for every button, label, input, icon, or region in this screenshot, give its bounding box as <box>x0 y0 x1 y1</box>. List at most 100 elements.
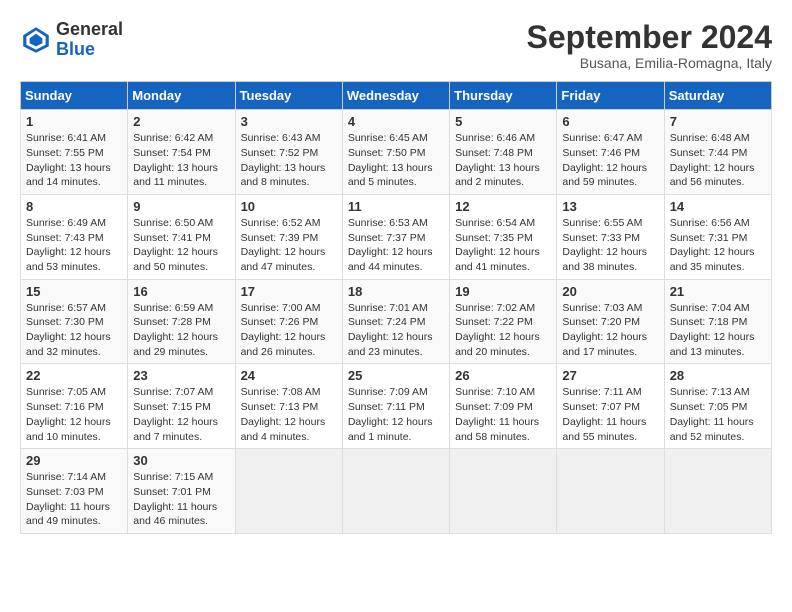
day-info: Sunrise: 6:52 AM Sunset: 7:39 PM Dayligh… <box>241 216 337 275</box>
calendar-cell: 11 Sunrise: 6:53 AM Sunset: 7:37 PM Dayli… <box>342 194 449 279</box>
calendar-cell <box>235 449 342 534</box>
day-number: 1 <box>26 114 122 129</box>
calendar-cell: 22 Sunrise: 7:05 AM Sunset: 7:16 PM Dayli… <box>21 364 128 449</box>
calendar-cell <box>450 449 557 534</box>
calendar-cell <box>342 449 449 534</box>
calendar-cell: 27 Sunrise: 7:11 AM Sunset: 7:07 PM Dayli… <box>557 364 664 449</box>
day-number: 4 <box>348 114 444 129</box>
calendar-week-2: 8Sunrise: 6:49 AM Sunset: 7:43 PM Daylig… <box>21 194 772 279</box>
day-info: Sunrise: 7:08 AM Sunset: 7:13 PM Dayligh… <box>241 385 337 444</box>
calendar-cell: 2Sunrise: 6:42 AM Sunset: 7:54 PM Daylig… <box>128 110 235 195</box>
logo-blue: Blue <box>56 39 95 59</box>
day-number: 18 <box>348 284 444 299</box>
day-number: 22 <box>26 368 122 383</box>
calendar-cell: 18 Sunrise: 7:01 AM Sunset: 7:24 PM Dayli… <box>342 279 449 364</box>
logo-text: General Blue <box>56 20 123 60</box>
day-info: Sunrise: 7:02 AM Sunset: 7:22 PM Dayligh… <box>455 301 551 360</box>
calendar-table: Sunday Monday Tuesday Wednesday Thursday… <box>20 81 772 534</box>
day-number: 21 <box>670 284 766 299</box>
logo: General Blue <box>20 20 123 60</box>
day-number: 3 <box>241 114 337 129</box>
day-info: Sunrise: 6:59 AM Sunset: 7:28 PM Dayligh… <box>133 301 229 360</box>
calendar-cell: 1 Sunrise: 6:41 AM Sunset: 7:55 PM Daylig… <box>21 110 128 195</box>
calendar-cell: 7 Sunrise: 6:48 AM Sunset: 7:44 PM Daylig… <box>664 110 771 195</box>
day-number: 30 <box>133 453 229 468</box>
col-wednesday: Wednesday <box>342 82 449 110</box>
logo-icon <box>20 24 52 56</box>
day-info: Sunrise: 7:11 AM Sunset: 7:07 PM Dayligh… <box>562 385 658 444</box>
day-info: Sunrise: 7:04 AM Sunset: 7:18 PM Dayligh… <box>670 301 766 360</box>
day-info: Sunrise: 6:50 AM Sunset: 7:41 PM Dayligh… <box>133 216 229 275</box>
day-info: Sunrise: 6:43 AM Sunset: 7:52 PM Dayligh… <box>241 131 337 190</box>
day-info: Sunrise: 7:01 AM Sunset: 7:24 PM Dayligh… <box>348 301 444 360</box>
calendar-cell: 20Sunrise: 7:03 AM Sunset: 7:20 PM Dayli… <box>557 279 664 364</box>
calendar-week-5: 29 Sunrise: 7:14 AM Sunset: 7:03 PM Dayli… <box>21 449 772 534</box>
calendar-cell: 17Sunrise: 7:00 AM Sunset: 7:26 PM Dayli… <box>235 279 342 364</box>
day-info: Sunrise: 7:15 AM Sunset: 7:01 PM Dayligh… <box>133 470 229 529</box>
col-friday: Friday <box>557 82 664 110</box>
day-number: 29 <box>26 453 122 468</box>
col-monday: Monday <box>128 82 235 110</box>
calendar-cell: 16Sunrise: 6:59 AM Sunset: 7:28 PM Dayli… <box>128 279 235 364</box>
calendar-cell <box>664 449 771 534</box>
calendar-cell: 3 Sunrise: 6:43 AM Sunset: 7:52 PM Daylig… <box>235 110 342 195</box>
calendar-cell: 21 Sunrise: 7:04 AM Sunset: 7:18 PM Dayli… <box>664 279 771 364</box>
calendar-cell: 14Sunrise: 6:56 AM Sunset: 7:31 PM Dayli… <box>664 194 771 279</box>
day-number: 27 <box>562 368 658 383</box>
day-info: Sunrise: 6:54 AM Sunset: 7:35 PM Dayligh… <box>455 216 551 275</box>
day-number: 19 <box>455 284 551 299</box>
day-info: Sunrise: 6:53 AM Sunset: 7:37 PM Dayligh… <box>348 216 444 275</box>
day-number: 13 <box>562 199 658 214</box>
day-number: 5 <box>455 114 551 129</box>
day-number: 24 <box>241 368 337 383</box>
location-subtitle: Busana, Emilia-Romagna, Italy <box>527 55 772 71</box>
col-thursday: Thursday <box>450 82 557 110</box>
day-number: 6 <box>562 114 658 129</box>
day-info: Sunrise: 7:00 AM Sunset: 7:26 PM Dayligh… <box>241 301 337 360</box>
calendar-cell: 5 Sunrise: 6:46 AM Sunset: 7:48 PM Daylig… <box>450 110 557 195</box>
day-info: Sunrise: 6:46 AM Sunset: 7:48 PM Dayligh… <box>455 131 551 190</box>
calendar-week-4: 22 Sunrise: 7:05 AM Sunset: 7:16 PM Dayli… <box>21 364 772 449</box>
day-info: Sunrise: 6:48 AM Sunset: 7:44 PM Dayligh… <box>670 131 766 190</box>
page-header: General Blue September 2024 Busana, Emil… <box>20 20 772 71</box>
day-info: Sunrise: 6:49 AM Sunset: 7:43 PM Dayligh… <box>26 216 122 275</box>
day-number: 2 <box>133 114 229 129</box>
day-info: Sunrise: 7:05 AM Sunset: 7:16 PM Dayligh… <box>26 385 122 444</box>
day-number: 12 <box>455 199 551 214</box>
month-title: September 2024 <box>527 20 772 55</box>
day-info: Sunrise: 6:55 AM Sunset: 7:33 PM Dayligh… <box>562 216 658 275</box>
calendar-cell: 8Sunrise: 6:49 AM Sunset: 7:43 PM Daylig… <box>21 194 128 279</box>
calendar-cell: 23Sunrise: 7:07 AM Sunset: 7:15 PM Dayli… <box>128 364 235 449</box>
day-number: 25 <box>348 368 444 383</box>
day-number: 20 <box>562 284 658 299</box>
col-sunday: Sunday <box>21 82 128 110</box>
calendar-cell: 12 Sunrise: 6:54 AM Sunset: 7:35 PM Dayli… <box>450 194 557 279</box>
logo-general: General <box>56 19 123 39</box>
calendar-cell: 6 Sunrise: 6:47 AM Sunset: 7:46 PM Daylig… <box>557 110 664 195</box>
day-info: Sunrise: 6:47 AM Sunset: 7:46 PM Dayligh… <box>562 131 658 190</box>
title-block: September 2024 Busana, Emilia-Romagna, I… <box>527 20 772 71</box>
day-number: 15 <box>26 284 122 299</box>
calendar-cell: 4Sunrise: 6:45 AM Sunset: 7:50 PM Daylig… <box>342 110 449 195</box>
day-info: Sunrise: 7:13 AM Sunset: 7:05 PM Dayligh… <box>670 385 766 444</box>
calendar-week-1: 1 Sunrise: 6:41 AM Sunset: 7:55 PM Daylig… <box>21 110 772 195</box>
day-number: 11 <box>348 199 444 214</box>
calendar-cell: 26Sunrise: 7:10 AM Sunset: 7:09 PM Dayli… <box>450 364 557 449</box>
day-info: Sunrise: 7:07 AM Sunset: 7:15 PM Dayligh… <box>133 385 229 444</box>
day-info: Sunrise: 6:41 AM Sunset: 7:55 PM Dayligh… <box>26 131 122 190</box>
col-tuesday: Tuesday <box>235 82 342 110</box>
day-info: Sunrise: 7:14 AM Sunset: 7:03 PM Dayligh… <box>26 470 122 529</box>
calendar-cell: 13 Sunrise: 6:55 AM Sunset: 7:33 PM Dayli… <box>557 194 664 279</box>
day-info: Sunrise: 6:57 AM Sunset: 7:30 PM Dayligh… <box>26 301 122 360</box>
day-number: 28 <box>670 368 766 383</box>
calendar-cell: 24 Sunrise: 7:08 AM Sunset: 7:13 PM Dayli… <box>235 364 342 449</box>
day-number: 7 <box>670 114 766 129</box>
calendar-cell: 25 Sunrise: 7:09 AM Sunset: 7:11 PM Dayli… <box>342 364 449 449</box>
calendar-cell: 28 Sunrise: 7:13 AM Sunset: 7:05 PM Dayli… <box>664 364 771 449</box>
day-number: 9 <box>133 199 229 214</box>
header-row: Sunday Monday Tuesday Wednesday Thursday… <box>21 82 772 110</box>
day-info: Sunrise: 7:10 AM Sunset: 7:09 PM Dayligh… <box>455 385 551 444</box>
day-info: Sunrise: 7:09 AM Sunset: 7:11 PM Dayligh… <box>348 385 444 444</box>
calendar-cell: 10Sunrise: 6:52 AM Sunset: 7:39 PM Dayli… <box>235 194 342 279</box>
calendar-cell: 29 Sunrise: 7:14 AM Sunset: 7:03 PM Dayli… <box>21 449 128 534</box>
